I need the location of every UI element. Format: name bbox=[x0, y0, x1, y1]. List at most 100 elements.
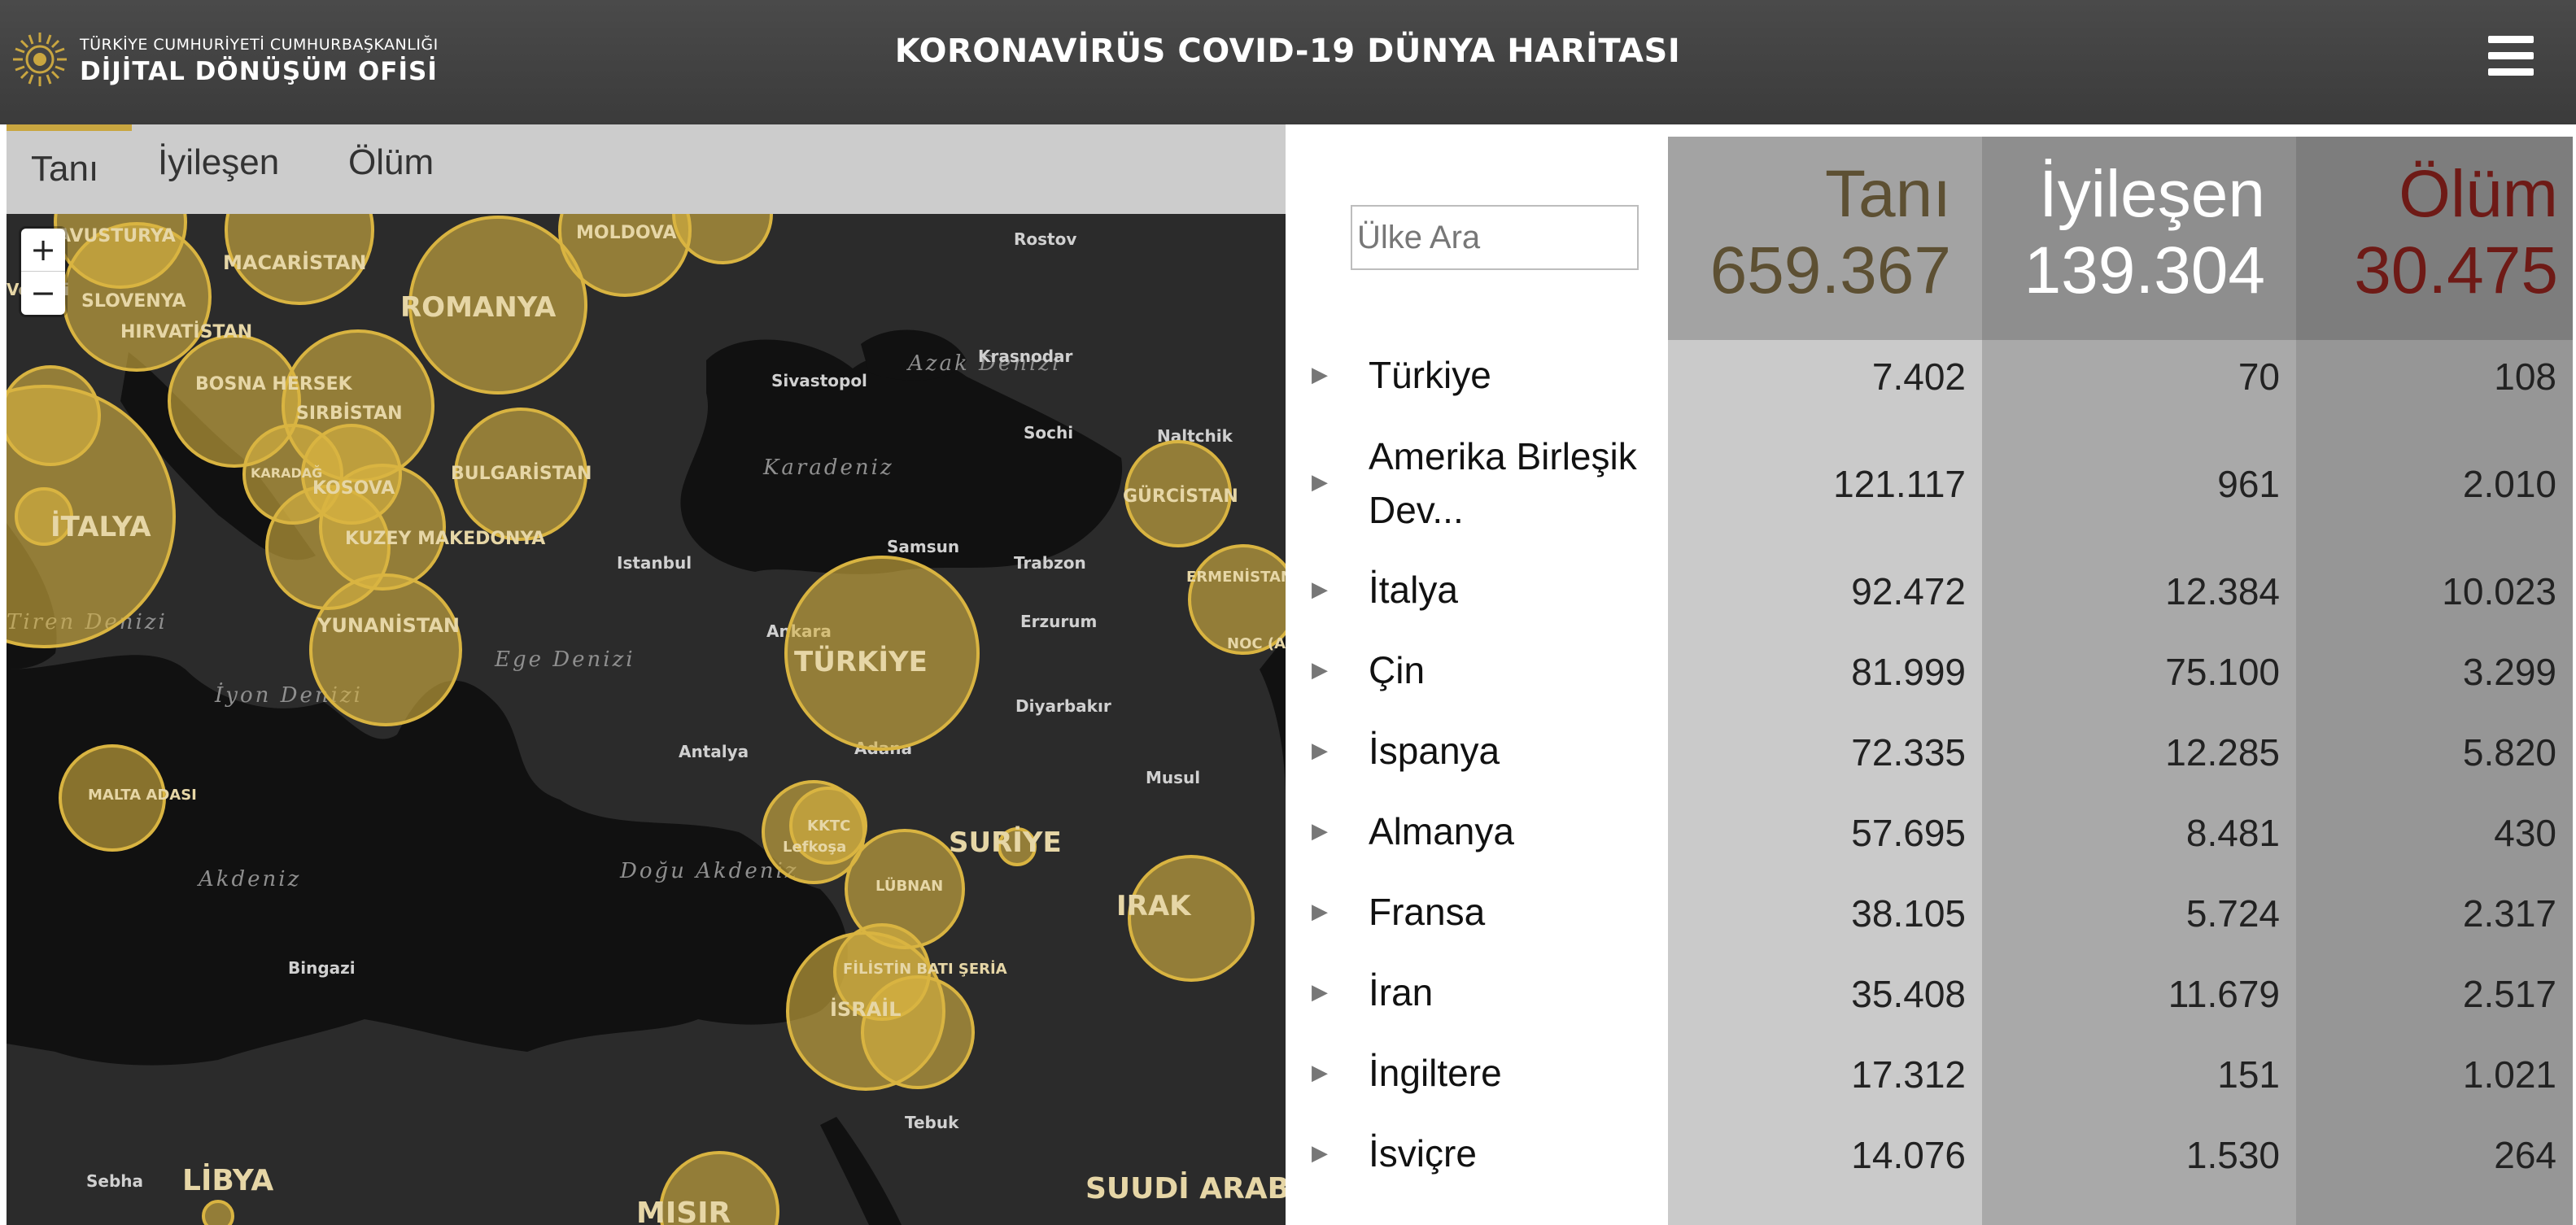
expand-arrow-icon[interactable]: ▶ bbox=[1312, 819, 1328, 844]
row-iyilesen: 12.384 bbox=[2165, 570, 2280, 612]
country-label: ERMENİSTAN bbox=[1186, 568, 1286, 586]
row-olum: 264 bbox=[2494, 1134, 2556, 1176]
row-olum: 2.317 bbox=[2462, 892, 2556, 935]
hamburger-menu-icon[interactable] bbox=[2488, 36, 2539, 81]
sea-label: Ege Denizi bbox=[494, 647, 635, 672]
row-country: İtalya bbox=[1369, 569, 1458, 611]
row-tani: 35.408 bbox=[1851, 973, 1966, 1015]
country-label: YUNANİSTAN bbox=[317, 613, 460, 637]
row-olum: 108 bbox=[2494, 355, 2556, 398]
expand-arrow-icon[interactable]: ▶ bbox=[1312, 658, 1328, 682]
olum-total: 30.475 bbox=[2354, 233, 2558, 307]
iyilesen-total-header[interactable]: İyileşen 139.304 bbox=[1982, 137, 2296, 340]
country-label: GÜRCİSTAN bbox=[1123, 486, 1238, 507]
world-map[interactable]: Azak Denizi Karadeniz Ege Denizi İyon De… bbox=[7, 214, 1286, 1225]
tani-total: 659.367 bbox=[1709, 233, 1951, 307]
row-country: Almanya bbox=[1369, 810, 1514, 852]
country-label: LİBYA bbox=[182, 1163, 273, 1197]
bubble-libya[interactable] bbox=[202, 1200, 234, 1225]
row-country: Fransa bbox=[1369, 891, 1486, 933]
expand-arrow-icon[interactable]: ▶ bbox=[1312, 980, 1328, 1005]
country-label: MISIR bbox=[636, 1197, 731, 1225]
country-label: SUUDİ ARABİSTAN bbox=[1085, 1171, 1286, 1205]
row-country: Amerika Birleşik Dev... bbox=[1369, 435, 1637, 531]
country-label: IRAK bbox=[1116, 890, 1192, 922]
country-label: SIRBİSTAN bbox=[296, 403, 403, 424]
row-tani: 121.117 bbox=[1833, 463, 1966, 505]
tab-tani[interactable]: Tanı bbox=[31, 149, 98, 190]
tani-total-header[interactable]: Tanı 659.367 bbox=[1668, 137, 1982, 340]
row-tani: 81.999 bbox=[1851, 651, 1966, 693]
row-tani: 92.472 bbox=[1851, 570, 1966, 612]
row-country: Türkiye bbox=[1369, 354, 1491, 396]
top-header: TÜRKİYE CUMHURİYETİ CUMHURBAŞKANLIĞI DİJ… bbox=[0, 0, 2576, 124]
country-label: SURİYE bbox=[949, 826, 1062, 859]
row-country: İsviçre bbox=[1369, 1132, 1477, 1175]
expand-arrow-icon[interactable]: ▶ bbox=[1312, 363, 1328, 387]
row-olum: 2.010 bbox=[2462, 463, 2556, 505]
row-olum: 3.299 bbox=[2462, 651, 2556, 693]
expand-arrow-icon[interactable]: ▶ bbox=[1312, 900, 1328, 924]
expand-arrow-icon[interactable]: ▶ bbox=[1312, 1061, 1328, 1085]
row-country: İspanya bbox=[1369, 730, 1500, 772]
country-label: BULGARİSTAN bbox=[451, 463, 592, 484]
expand-arrow-icon[interactable]: ▶ bbox=[1312, 1141, 1328, 1166]
row-tani: 38.105 bbox=[1851, 892, 1966, 935]
bubble-jordan[interactable] bbox=[861, 975, 975, 1089]
page-title: KORONAVİRÜS COVID-19 DÜNYA HARİTASI bbox=[894, 33, 1681, 70]
zoom-control: + − bbox=[21, 229, 65, 315]
city-label: Trabzon bbox=[1014, 553, 1086, 573]
country-label: LÜBNAN bbox=[875, 877, 943, 895]
city-label: Antalya bbox=[679, 742, 749, 761]
row-tani: 7.402 bbox=[1871, 355, 1966, 398]
expand-arrow-icon[interactable]: ▶ bbox=[1312, 739, 1328, 763]
expand-arrow-icon[interactable]: ▶ bbox=[1312, 578, 1328, 602]
row-iyilesen: 1.530 bbox=[2185, 1134, 2280, 1176]
row-tani: 72.335 bbox=[1851, 731, 1966, 774]
city-label: Sivastopol bbox=[771, 371, 867, 390]
expand-arrow-icon[interactable]: ▶ bbox=[1312, 470, 1328, 495]
row-iyilesen: 11.679 bbox=[2168, 973, 2280, 1015]
tab-iyilesen[interactable]: İyileşen bbox=[158, 142, 279, 183]
map-panel[interactable]: Tanı İyileşen Ölüm + − Azak Denizi Karad… bbox=[7, 124, 1286, 1225]
country-label: SLOVENYA bbox=[81, 291, 186, 312]
city-label: Rostov bbox=[1014, 229, 1076, 249]
row-olum: 1.021 bbox=[2462, 1053, 2556, 1096]
country-label: İSRAİL bbox=[830, 997, 902, 1021]
row-iyilesen: 70 bbox=[2238, 355, 2280, 398]
row-tani: 57.695 bbox=[1851, 812, 1966, 854]
city-label: Istanbul bbox=[617, 553, 692, 573]
row-tani: 17.312 bbox=[1851, 1053, 1966, 1096]
city-label: Diyarbakır bbox=[1015, 696, 1111, 716]
olum-total-header[interactable]: Ölüm 30.475 bbox=[2296, 137, 2573, 340]
country-label: HIRVATİSTAN bbox=[120, 321, 252, 342]
city-label: Bingazi bbox=[288, 958, 356, 978]
country-label: MALTA ADASI bbox=[88, 787, 197, 804]
country-label: TÜRKİYE bbox=[794, 645, 928, 678]
bubble-greece[interactable] bbox=[309, 573, 462, 726]
country-label: KOSOVA bbox=[312, 478, 395, 499]
country-label: AVUSTURYA bbox=[57, 226, 176, 246]
city-label: Sebha bbox=[86, 1171, 143, 1191]
active-tab-indicator bbox=[7, 124, 132, 131]
country-label: MOLDOVA bbox=[576, 223, 677, 243]
country-label: FİLİSTİN BATI ŞERİA bbox=[843, 960, 1007, 978]
country-label: MACARİSTAN bbox=[223, 251, 367, 274]
olum-label: Ölüm bbox=[2399, 157, 2558, 231]
country-label: Lefkoşa bbox=[783, 839, 846, 856]
tab-olum[interactable]: Ölüm bbox=[348, 142, 434, 183]
row-olum: 5.820 bbox=[2462, 731, 2556, 774]
country-search-input[interactable] bbox=[1351, 205, 1639, 270]
city-label: Erzurum bbox=[1020, 612, 1097, 631]
brand-subtitle: TÜRKİYE CUMHURİYETİ CUMHURBAŞKANLIĞI bbox=[80, 36, 439, 54]
country-label: KKTC bbox=[807, 817, 850, 835]
city-label: Musul bbox=[1146, 768, 1200, 787]
row-olum: 430 bbox=[2494, 812, 2556, 854]
row-iyilesen: 5.724 bbox=[2185, 892, 2280, 935]
zoom-out-button[interactable]: − bbox=[21, 272, 65, 315]
map-tabs: Tanı İyileşen Ölüm bbox=[7, 124, 1286, 214]
zoom-in-button[interactable]: + bbox=[21, 229, 65, 272]
row-country: İran bbox=[1369, 971, 1434, 1014]
country-label: BOSNA HERSEK bbox=[195, 374, 353, 395]
row-country: İngiltere bbox=[1369, 1052, 1502, 1094]
